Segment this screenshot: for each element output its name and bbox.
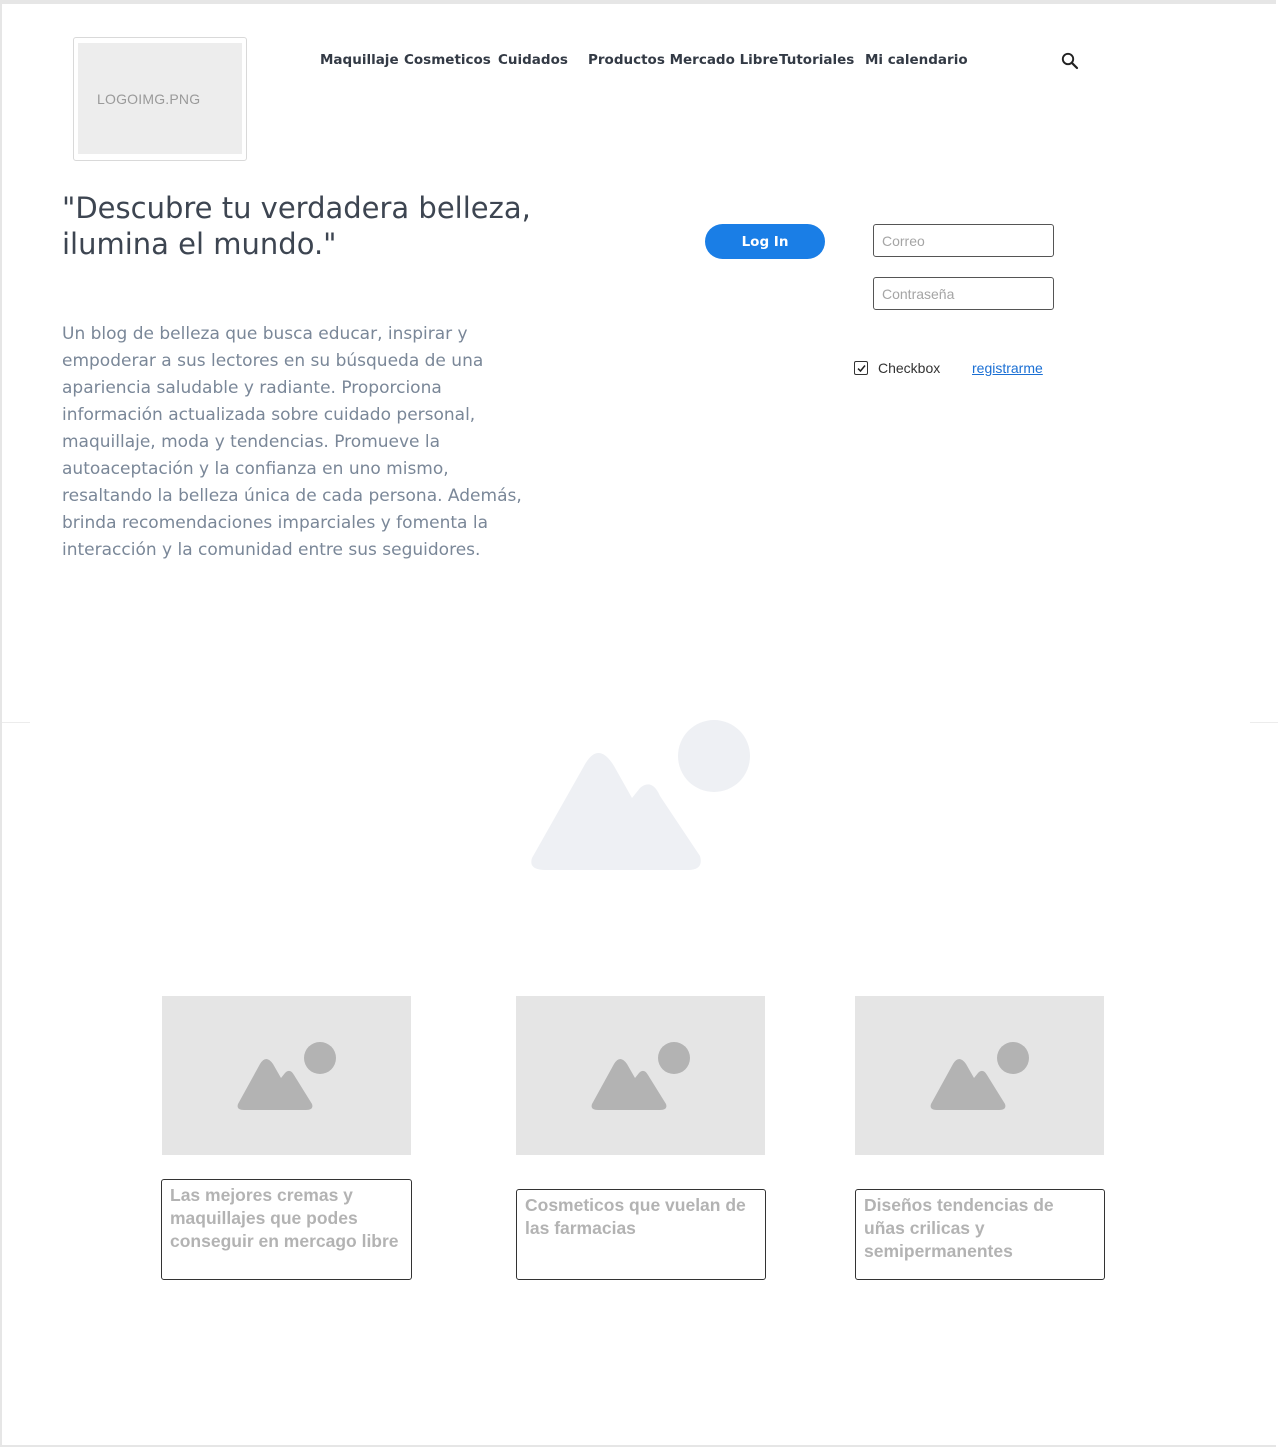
card-caption[interactable]: Las mejores cremas y maquillajes que pod… bbox=[161, 1179, 412, 1280]
page-headline: "Descubre tu verdadera belleza, ilumina … bbox=[62, 191, 531, 261]
logo-text: LOGOIMG.PNG bbox=[97, 90, 201, 107]
section-divider-right bbox=[1250, 722, 1278, 723]
password-field[interactable] bbox=[873, 277, 1054, 310]
blog-description: Un blog de belleza que busca educar, ins… bbox=[62, 324, 522, 560]
checkmark-icon bbox=[856, 364, 866, 372]
card-image-placeholder[interactable] bbox=[162, 996, 411, 1155]
remember-checkbox-group: Checkbox bbox=[854, 360, 940, 376]
remember-checkbox[interactable] bbox=[854, 361, 868, 375]
nav-item-mi-calendario[interactable]: Mi calendario bbox=[865, 52, 968, 68]
nav-item-productos-mercado-libre[interactable]: Productos Mercado Libre bbox=[588, 52, 778, 68]
card-image-placeholder[interactable] bbox=[516, 996, 765, 1155]
image-icon bbox=[591, 1042, 690, 1110]
checkbox-label: Checkbox bbox=[878, 360, 941, 376]
hero-image-placeholder bbox=[528, 718, 752, 872]
image-icon bbox=[237, 1042, 336, 1110]
logo[interactable]: LOGOIMG.PNG bbox=[73, 37, 247, 161]
login-button[interactable]: Log In bbox=[705, 224, 825, 259]
email-field[interactable] bbox=[873, 224, 1054, 257]
image-icon bbox=[930, 1042, 1029, 1110]
card-caption[interactable]: Diseños tendencias de uñas crilicas y se… bbox=[855, 1189, 1105, 1280]
logo-placeholder: LOGOIMG.PNG bbox=[78, 43, 242, 154]
section-divider-left bbox=[2, 722, 30, 723]
register-link[interactable]: registrarme bbox=[972, 360, 1043, 376]
nav-item-cuidados[interactable]: Cuidados bbox=[498, 52, 568, 68]
image-icon bbox=[531, 720, 750, 870]
card-image-placeholder[interactable] bbox=[855, 996, 1104, 1155]
card-caption[interactable]: Cosmeticos que vuelan de las farmacias bbox=[516, 1189, 766, 1280]
nav-item-cosmeticos[interactable]: Cosmeticos bbox=[404, 52, 491, 68]
search-icon[interactable] bbox=[1060, 51, 1080, 71]
nav-item-tutoriales[interactable]: Tutoriales bbox=[779, 52, 854, 68]
nav-item-maquillaje[interactable]: Maquillaje bbox=[320, 52, 399, 68]
